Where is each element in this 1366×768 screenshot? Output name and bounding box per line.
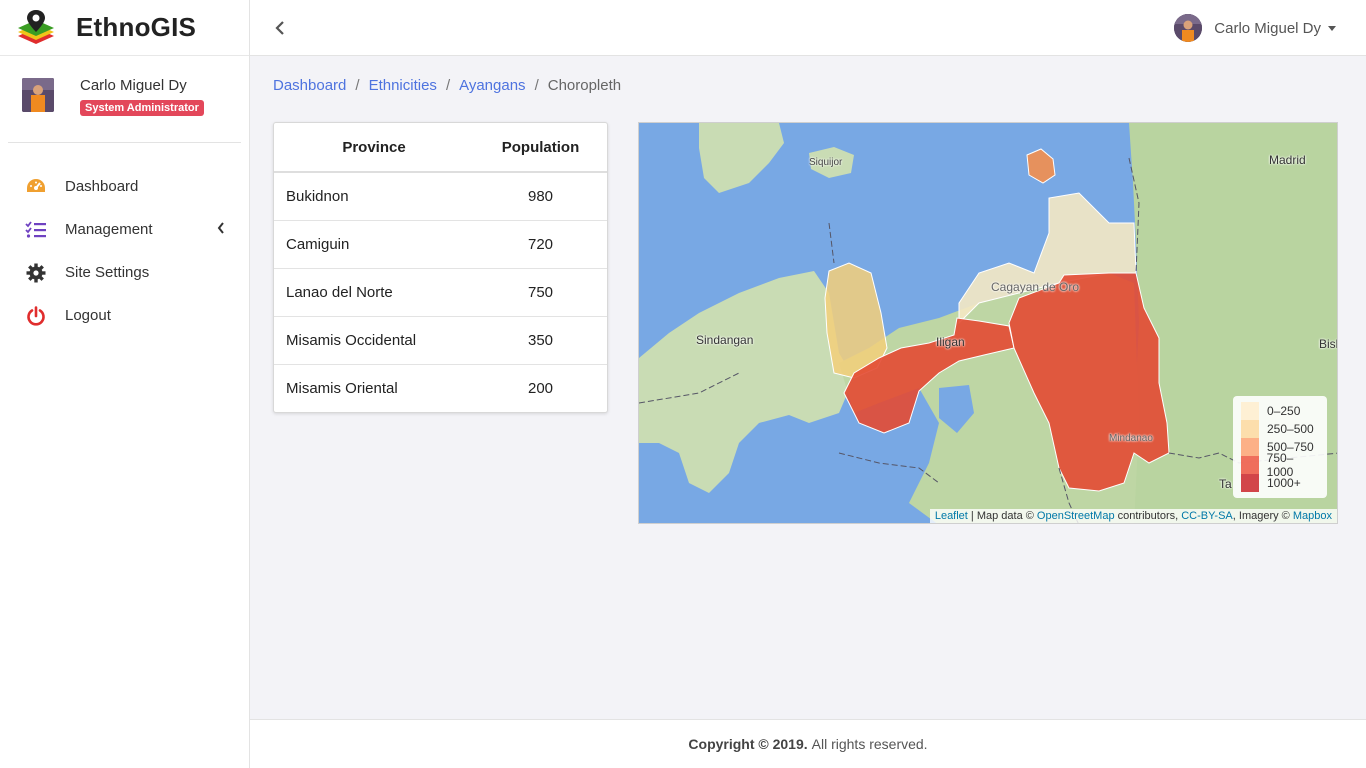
population-cell: 200: [474, 363, 607, 412]
province-cell: Camiguin: [274, 219, 474, 268]
column-header-province: Province: [274, 123, 474, 173]
legend-item: 250–500: [1241, 420, 1319, 438]
map-label: Ta: [1219, 477, 1232, 491]
map-label: Iligan: [936, 335, 965, 349]
mapbox-link[interactable]: Mapbox: [1293, 510, 1332, 522]
attribution-text: contributors,: [1114, 510, 1182, 522]
table-header-row: Province Population: [274, 123, 607, 173]
app-title: EthnoGIS: [76, 12, 197, 42]
legend-item: 0–250: [1241, 402, 1319, 420]
legend-item: 750–1000: [1241, 451, 1319, 479]
rights-text: All rights reserved.: [811, 736, 928, 752]
breadcrumb-link-ethnicities[interactable]: Ethnicities: [369, 77, 437, 94]
legend-swatch: [1241, 420, 1259, 438]
sidebar-item-label: Site Settings: [65, 264, 150, 281]
table-row: Camiguin 720: [274, 219, 607, 268]
map-label: Siquijor: [809, 157, 843, 168]
table-row: Lanao del Norte 750: [274, 267, 607, 316]
breadcrumb-separator: /: [355, 77, 360, 94]
topbar: Carlo Miguel Dy: [250, 0, 1366, 56]
caret-down-icon: [1328, 25, 1336, 31]
speedometer-icon: [25, 176, 47, 198]
sidebar-item-site-settings[interactable]: Site Settings: [0, 251, 249, 294]
copyright-text: Copyright © 2019.: [688, 736, 808, 752]
map-label: Mindanao: [1109, 433, 1153, 444]
avatar: [22, 78, 54, 112]
population-cell: 750: [474, 267, 607, 316]
population-cell: 350: [474, 315, 607, 364]
sidebar: EthnoGIS Carlo Miguel Dy System Administ…: [0, 0, 250, 768]
leaflet-link[interactable]: Leaflet: [935, 510, 968, 522]
attribution-text: , Imagery ©: [1232, 510, 1293, 522]
table-row: Misamis Occidental 350: [274, 315, 607, 364]
breadcrumb-link-ayangans[interactable]: Ayangans: [459, 77, 525, 94]
brand[interactable]: EthnoGIS: [0, 0, 249, 56]
table-row: Misamis Oriental 200: [274, 363, 607, 412]
legend-swatch: [1241, 402, 1259, 420]
legend-label: 0–250: [1267, 404, 1301, 418]
population-cell: 720: [474, 219, 607, 268]
chevron-left-icon: [217, 222, 225, 237]
chevron-left-icon: [275, 21, 284, 35]
breadcrumb-separator: /: [534, 77, 539, 94]
map-label: Sindangan: [696, 333, 754, 347]
sidebar-nav: Dashboard Management Site Settings Logou…: [0, 143, 249, 337]
map-label: Madrid: [1269, 153, 1306, 167]
role-badge: System Administrator: [80, 100, 204, 116]
sidebar-item-label: Logout: [65, 307, 111, 324]
license-link[interactable]: CC-BY-SA: [1181, 510, 1233, 522]
province-cell: Misamis Oriental: [274, 363, 474, 412]
legend-label: 1000+: [1267, 476, 1301, 490]
population-cell: 980: [527, 187, 554, 205]
breadcrumb-current: Choropleth: [547, 77, 622, 94]
breadcrumb-separator: /: [445, 77, 451, 94]
legend-swatch: [1241, 456, 1259, 474]
profile-name: Carlo Miguel Dy: [80, 77, 187, 94]
choropleth-map[interactable]: Siquijor Madrid Sindangan Cagayan de Oro…: [638, 122, 1338, 524]
breadcrumb-link-dashboard[interactable]: Dashboard: [273, 77, 346, 94]
map-attribution: Leaflet | Map data © OpenStreetMap contr…: [929, 509, 1337, 523]
list-check-icon: [25, 219, 47, 241]
breadcrumb: Dashboard / Ethnicities / Ayangans / Cho…: [273, 77, 621, 94]
openstreetmap-link[interactable]: OpenStreetMap: [1037, 510, 1115, 522]
sidebar-item-logout[interactable]: Logout: [0, 294, 249, 337]
ethnogis-logo-icon: [16, 8, 56, 48]
map-label: Cagayan de Oro: [991, 280, 1080, 294]
sidebar-profile: Carlo Miguel Dy System Administrator: [0, 56, 241, 142]
table-row: Bukidnon 980: [274, 172, 607, 220]
population-table: Province Population Bukidnon 980 Camigui…: [274, 123, 607, 412]
province-cell: Misamis Occidental: [274, 315, 474, 364]
population-table-card: Province Population Bukidnon 980 Camigui…: [273, 122, 608, 413]
user-menu-dropdown[interactable]: Carlo Miguel Dy: [1174, 14, 1336, 42]
map-legend: 0–250 250–500 500–750 750–1000 1000+: [1233, 396, 1327, 498]
legend-label: 750–1000: [1266, 451, 1294, 479]
sidebar-item-dashboard[interactable]: Dashboard: [0, 165, 249, 208]
sidebar-item-label: Management: [65, 221, 153, 238]
province-cell: Bukidnon: [286, 187, 349, 205]
sidebar-item-management[interactable]: Management: [0, 208, 249, 251]
footer: Copyright © 2019. All rights reserved.: [250, 719, 1366, 768]
map-label: Bisl: [1319, 337, 1338, 351]
power-icon: [25, 305, 47, 327]
gear-icon: [25, 262, 47, 284]
user-name: Carlo Miguel Dy: [1214, 19, 1321, 37]
attribution-text: | Map data ©: [967, 510, 1037, 522]
province-cell: Lanao del Norte: [274, 267, 474, 316]
legend-label: 250–500: [1267, 422, 1314, 436]
sidebar-item-label: Dashboard: [65, 178, 139, 195]
legend-swatch: [1241, 438, 1259, 456]
column-header-population: Population: [474, 123, 607, 173]
legend-swatch: [1241, 474, 1259, 492]
sidebar-toggle-button[interactable]: [270, 16, 290, 40]
avatar: [1174, 14, 1203, 42]
